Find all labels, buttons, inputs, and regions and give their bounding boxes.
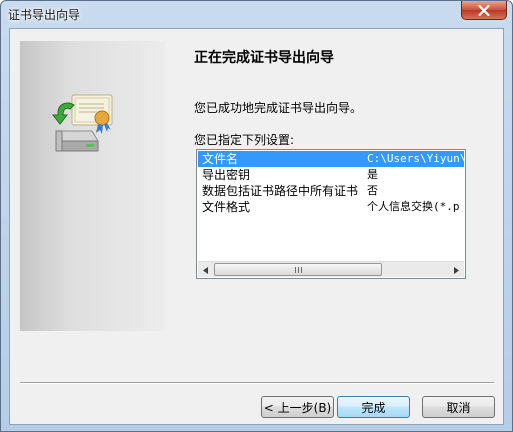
- list-item-file-name[interactable]: 文件名 C:\Users\Yiyun\D: [198, 151, 464, 167]
- back-button[interactable]: < 上一步(B): [261, 396, 334, 418]
- scroll-left-button[interactable]: [198, 262, 214, 278]
- setting-name: 文件格式: [202, 200, 251, 214]
- settings-listbox[interactable]: 文件名 C:\Users\Yiyun\D 导出密钥 是 数据包括证书路径中所有证…: [196, 149, 466, 279]
- setting-name: 数据包括证书路径中所有证书: [202, 184, 359, 198]
- page-heading: 正在完成证书导出向导: [194, 50, 334, 66]
- list-item-export-key[interactable]: 导出密钥 是: [198, 167, 464, 183]
- wizard-client-area: 正在完成证书导出向导 您已成功地完成证书导出向导。 您已指定下列设置: 文件名 …: [9, 28, 504, 425]
- title-bar[interactable]: 证书导出向导: [1, 1, 512, 28]
- horizontal-scrollbar[interactable]: [198, 261, 464, 277]
- setting-value: C:\Users\Yiyun\D: [367, 152, 464, 165]
- scroll-right-button[interactable]: [448, 262, 464, 278]
- wizard-side-panel: [20, 41, 165, 331]
- list-item-include-all-certs[interactable]: 数据包括证书路径中所有证书 否: [198, 183, 464, 199]
- close-icon: [478, 4, 490, 16]
- setting-value: 是: [367, 168, 378, 181]
- list-item-file-format[interactable]: 文件格式 个人信息交换(*.p: [198, 199, 464, 215]
- window-title: 证书导出向导: [8, 8, 81, 22]
- scroll-left-arrow-icon: [203, 266, 208, 274]
- intro-text: 您已成功地完成证书导出向导。: [194, 101, 363, 115]
- certificate-export-icon: [52, 94, 113, 152]
- close-button[interactable]: [461, 1, 507, 20]
- footer-separator: [20, 382, 494, 384]
- cancel-button[interactable]: 取消: [422, 396, 495, 418]
- finish-button[interactable]: 完成: [337, 396, 410, 418]
- settings-list-viewport: 文件名 C:\Users\Yiyun\D 导出密钥 是 数据包括证书路径中所有证…: [198, 151, 464, 261]
- wizard-window: 证书导出向导 正在完成证书导出向导 您已成功地完成证书导出向导。 您已指定下列设…: [0, 0, 513, 432]
- setting-value: 否: [367, 184, 378, 197]
- setting-name: 文件名: [202, 152, 239, 166]
- setting-value: 个人信息交换(*.p: [367, 200, 460, 213]
- scrollbar-thumb[interactable]: [214, 263, 382, 276]
- scrollbar-grip-icon: [294, 266, 302, 273]
- scroll-right-arrow-icon: [454, 266, 459, 274]
- setting-name: 导出密钥: [202, 168, 251, 182]
- settings-list-label: 您已指定下列设置:: [194, 133, 295, 147]
